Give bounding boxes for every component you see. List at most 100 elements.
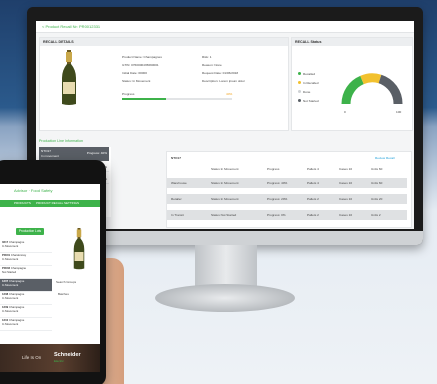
footer-tagline: Life Is On xyxy=(22,355,42,360)
cell-cases: Cases 10 xyxy=(339,197,353,201)
production-line-title: Production Line Information xyxy=(39,139,83,143)
col-status: Status In Movement xyxy=(211,167,239,171)
legend-item: In Recalled xyxy=(298,81,319,85)
field-reason: Reason: None xyxy=(202,63,222,67)
item-status: In Movement xyxy=(2,321,19,326)
legend-item: Not Started xyxy=(298,99,319,103)
cell-status: Status In Movement xyxy=(211,197,239,201)
monitor-stand-base xyxy=(155,284,295,312)
legend-item: Recalled xyxy=(298,72,319,76)
cell-progress: Progress: 40% xyxy=(267,181,288,185)
tab-product-recall[interactable]: PRODUCT RECALL xyxy=(36,200,63,207)
legend-label: Not Started xyxy=(303,99,319,103)
legend-swatch xyxy=(298,99,301,102)
tab-products[interactable]: PRODUCTS xyxy=(14,200,31,207)
cell-progress: Progress: 0% xyxy=(267,213,286,217)
cell-location: Retailer xyxy=(171,197,182,201)
col-cases: Cases 10 xyxy=(339,167,353,171)
tablet-product-bottle-image xyxy=(73,228,85,270)
tablet-footer-banner: Life Is On Schneider Electric xyxy=(0,344,100,372)
cell-pallets: Pallets 4 xyxy=(307,181,319,185)
legend-label: In Recalled xyxy=(303,81,319,85)
cell-cases: Cases 10 xyxy=(339,181,353,185)
progress-label: Progress xyxy=(122,92,135,96)
cell-pallets: Pallets 2 xyxy=(307,197,319,201)
monitor-stand-neck xyxy=(195,245,257,287)
list-item[interactable]: P0003 Champagne Not Started xyxy=(0,266,52,279)
list-item[interactable]: 1210 Champagne In Movement xyxy=(0,318,52,331)
list-item[interactable]: 1208 Champagne In Movement xyxy=(0,292,52,305)
legend-label: Done xyxy=(303,90,311,94)
cell-progress: Progress: 20% xyxy=(267,197,288,201)
table-row[interactable]: Warehouse Status In Movement Progress: 4… xyxy=(167,178,407,188)
cell-status: Status In Movement xyxy=(211,181,239,185)
production-line-item-selected[interactable]: NTO17 In movement Progress: 40% xyxy=(39,147,109,161)
status-gauge xyxy=(341,73,403,105)
tab-settings[interactable]: SETTINGS xyxy=(64,200,79,207)
batches-label: Batches xyxy=(58,292,69,296)
item-status: In Movement xyxy=(2,243,19,248)
lot-table-id: NTO17 xyxy=(171,156,181,160)
progress-value: 40% xyxy=(226,92,233,96)
table-row[interactable]: In Transit Status Not Started Progress: … xyxy=(167,210,407,220)
list-item[interactable]: P0001 Chardonnay In Movement xyxy=(0,253,52,266)
list-item-selected[interactable]: 1207 Champagne In Movement xyxy=(0,279,52,292)
tablet-tab-bar: PRODUCTS PRODUCT RECALL SETTINGS xyxy=(0,200,100,207)
recall-status-title: RECALL Status xyxy=(292,38,412,46)
recall-details-title: RECALL DETAILS xyxy=(40,38,288,46)
item-status: In Movement xyxy=(2,282,19,287)
recall-details-panel: RECALL DETAILS Product Name: Champagnes … xyxy=(39,37,289,131)
list-item[interactable]: 0217 Champagne In Movement xyxy=(0,240,52,253)
footer-brand-sub: Electric xyxy=(54,359,64,363)
col-pallets: Pallets 4 xyxy=(307,167,319,171)
recall-status-panel: RECALL Status Recalled In Recalled Done … xyxy=(291,37,413,131)
scene: < Product Recall Nr: PR0012331 RECALL DE… xyxy=(0,0,437,384)
gauge-segment-not-started xyxy=(378,74,403,105)
line-id: NTO17 xyxy=(41,149,51,153)
gauge-segment-in-recalled xyxy=(360,73,382,85)
legend-swatch xyxy=(298,72,301,75)
tablet-device: Advisor · Food Safety PRODUCTS PRODUCT R… xyxy=(0,160,106,384)
table-row[interactable]: Retailer Status In Movement Progress: 20… xyxy=(167,194,407,204)
gauge-max: 100 xyxy=(396,110,402,114)
field-request-date: Request Date: 01/06/2018 xyxy=(202,71,239,75)
gauge-segment-recalled xyxy=(341,75,365,105)
cell-cases: Cases 10 xyxy=(339,213,353,217)
line-status: In movement xyxy=(41,153,59,158)
table-header-row: Status In Movement Progress Pallets 4 Ca… xyxy=(167,164,407,174)
product-bottle-image xyxy=(62,50,76,105)
col-units: Units 60 xyxy=(371,167,383,171)
cell-units: Units 20 xyxy=(371,197,383,201)
review-recall-link[interactable]: Review Recall xyxy=(375,156,395,160)
search-groups-label[interactable]: Search Groups xyxy=(56,280,76,284)
cell-pallets: Pallets 2 xyxy=(307,213,319,217)
production-lots-button[interactable]: Production Lots xyxy=(16,228,44,235)
recall-progress-bar xyxy=(122,98,232,100)
cell-location: In Transit xyxy=(171,213,184,217)
tablet-screen: Advisor · Food Safety PRODUCTS PRODUCT R… xyxy=(0,184,100,372)
item-status: In Movement xyxy=(2,295,19,300)
field-status: Status: In Movement xyxy=(122,79,151,83)
line-progress: Progress: 40% xyxy=(86,151,107,155)
legend-item: Done xyxy=(298,90,319,94)
item-status: Not Started xyxy=(2,269,17,274)
field-risk: Risk: 1 xyxy=(202,55,212,59)
status-legend: Recalled In Recalled Done Not Started xyxy=(298,72,319,103)
item-status: In Movement xyxy=(2,308,19,313)
breadcrumb[interactable]: < Product Recall Nr: PR0012331 xyxy=(36,21,414,33)
cell-status: Status Not Started xyxy=(211,213,237,217)
legend-swatch xyxy=(298,90,301,93)
legend-label: Recalled xyxy=(303,72,316,76)
gauge-min: 0 xyxy=(344,110,346,114)
cell-units: Units 60 xyxy=(371,181,383,185)
item-status: In Movement xyxy=(2,256,19,261)
legend-swatch xyxy=(298,81,301,84)
lot-table-panel: NTO17 Review Recall Status In Movement P… xyxy=(166,151,412,228)
field-gtin: GTIN: 0760000435690001 xyxy=(122,63,159,67)
recall-progress-fill xyxy=(122,98,166,100)
field-product-name: Product Name: Champagnes xyxy=(122,55,162,59)
field-initial-date: Initial Date: 00000 xyxy=(122,71,147,75)
list-item[interactable]: 1209 Champagne In Movement xyxy=(0,305,52,318)
field-description: Description: Lorem ipsum dolor xyxy=(202,79,245,83)
tablet-header: Advisor · Food Safety xyxy=(0,184,100,200)
